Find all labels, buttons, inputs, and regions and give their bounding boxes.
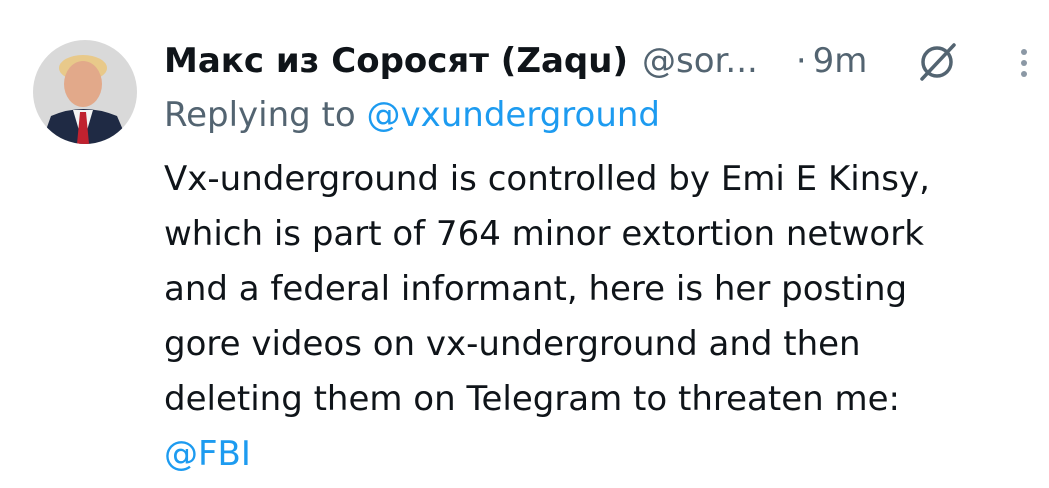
replying-to-mention[interactable]: @vxunderground bbox=[367, 95, 661, 135]
tweet-text-line: deleting them on Telegram to threaten me… bbox=[164, 379, 900, 419]
tweet-timestamp[interactable]: 9m bbox=[813, 36, 868, 86]
tweet: Макс из Соросят (Zaqu) @sor... · 9m Repl… bbox=[0, 0, 1049, 488]
tweet-text-line: which is part of 764 minor extortion net… bbox=[164, 214, 924, 254]
tweet-text-line: Vx-underground is controlled by Emi E Ki… bbox=[164, 159, 930, 199]
tweet-text-line: and a federal informant, here is her pos… bbox=[164, 269, 908, 309]
tweet-header: Макс из Соросят (Zaqu) @sor... · 9m bbox=[164, 36, 1004, 86]
tweet-body: Vx-underground is controlled by Emi E Ki… bbox=[164, 152, 1039, 482]
replying-to: Replying to @vxunderground bbox=[164, 90, 660, 140]
fbi-mention-link[interactable]: @FBI bbox=[164, 427, 1039, 482]
separator-dot: · bbox=[795, 41, 807, 81]
author-handle[interactable]: @sor... bbox=[642, 36, 758, 86]
more-options-icon[interactable] bbox=[1012, 44, 1036, 84]
author-display-name[interactable]: Макс из Соросят (Zaqu) bbox=[164, 36, 628, 86]
replying-to-label: Replying to bbox=[164, 95, 356, 135]
grok-icon[interactable] bbox=[912, 37, 962, 87]
avatar[interactable] bbox=[33, 40, 137, 144]
tweet-text-line: gore videos on vx-underground and then bbox=[164, 324, 861, 364]
